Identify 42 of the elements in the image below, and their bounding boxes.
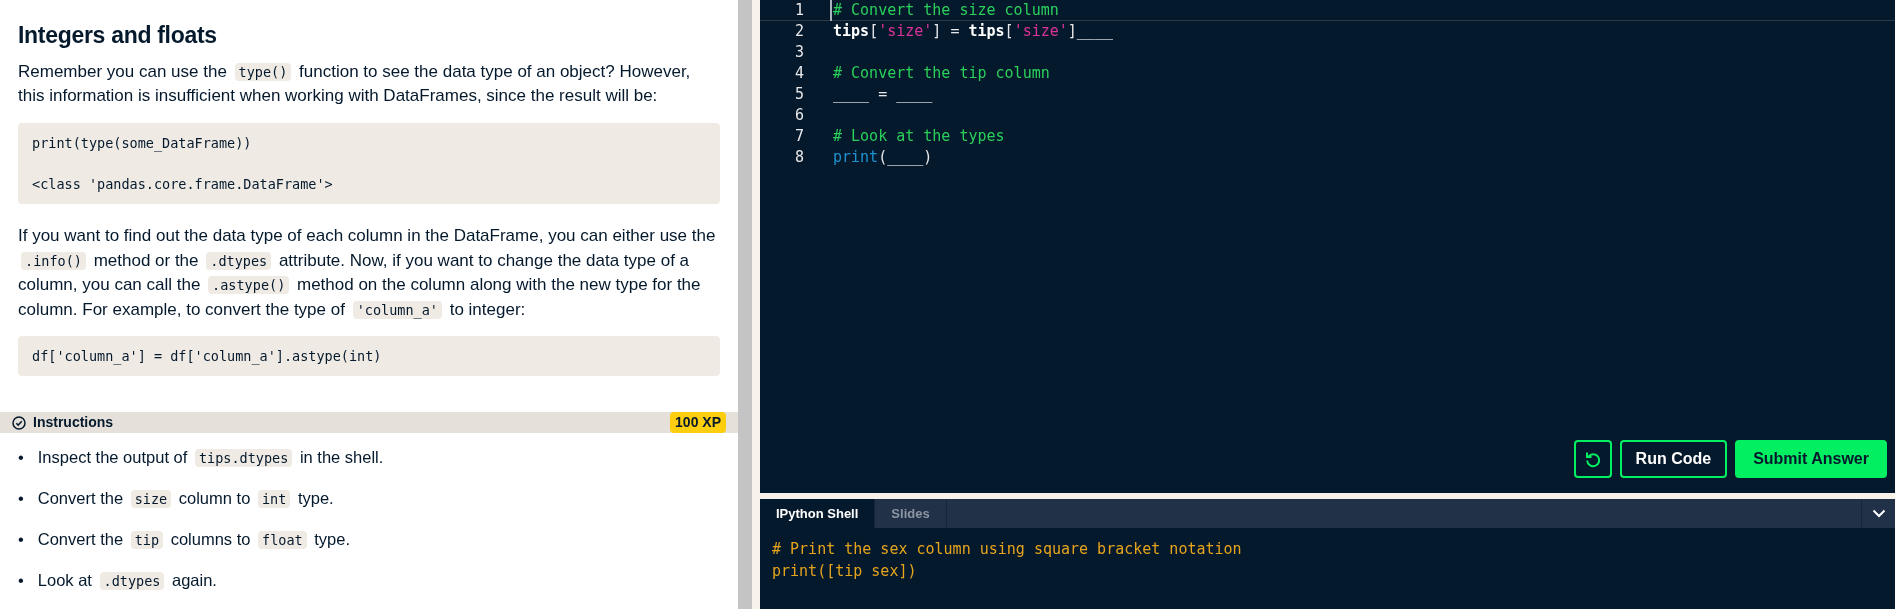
shell-line: # Print the sex column using square bracket notation: [772, 539, 1243, 560]
submit-answer-button[interactable]: Submit Answer: [1735, 440, 1887, 478]
code-line: print(____): [832, 147, 933, 169]
lesson-title: Integers and floats: [18, 22, 218, 50]
line-number: 6: [793, 105, 805, 127]
check-circle-icon: [12, 415, 26, 430]
instruction-item: Convert the size column to int type.: [37, 488, 334, 511]
undo-icon: [1583, 450, 1602, 468]
code-editor[interactable]: 1 # Convert the size column 2 tips['size'] = tips['size']____ 3 4 # Convert the tip column 5 ____ = ____ 6 7 # Look at the types 8 print(____) Run Code Submit Answer: [760, 0, 1895, 493]
instructions-heading: Instructions: [33, 413, 114, 433]
run-code-button[interactable]: Run Code: [1619, 440, 1728, 478]
code-line: tips['size'] = tips['size']____: [832, 21, 1113, 43]
bullet: •: [18, 488, 24, 510]
instruction-item: Inspect the output of tips.dtypes in the shell.: [37, 447, 384, 470]
shell-tab[interactable]: Slides: [875, 499, 947, 528]
line-number: 8: [793, 147, 805, 169]
code-line: df['column_a'] = df['column_a'].astype(int): [32, 347, 383, 367]
instruction-item: Look at .dtypes again.: [37, 570, 217, 593]
code-line: print(type(some_DataFrame)): [32, 133, 253, 153]
code-line: # Convert the size column: [830, 0, 1059, 22]
shell-line: print([tip sex]): [772, 561, 918, 582]
code-line: # Convert the tip column: [832, 63, 1050, 85]
xp-badge: 100 XP: [670, 412, 726, 434]
line-number: 5: [793, 84, 805, 106]
bullet: •: [18, 529, 24, 551]
paragraph: If you want to find out the data type of each column in the DataFrame, you can either use the .info() method or the .dtypes attribute. Now, if you want to change the data type of a column, you can call the .astype() method on the column along with the new type for the column. For example, to convert the type of 'column_a' to integer:: [18, 225, 717, 321]
reset-button[interactable]: [1573, 440, 1612, 478]
code-line: <class 'pandas.core.frame.DataFrame'>: [32, 174, 334, 194]
paragraph: Remember you can use the type() function to see the data type of an object? However, this information is insufficient when working with DataFrames, since the result will be:: [18, 60, 692, 108]
line-number: 7: [793, 126, 805, 148]
line-number: 1: [793, 0, 805, 21]
instruction-item: Convert the tip columns to float type.: [37, 529, 351, 552]
bullet: •: [18, 570, 24, 592]
chevron-down-icon: [1871, 509, 1886, 518]
code-line: ____ = ____: [832, 84, 933, 106]
bullet: •: [18, 447, 24, 469]
code-line: # Look at the types: [832, 126, 1005, 148]
shell-tab[interactable]: IPython Shell: [760, 499, 876, 528]
line-number: 2: [793, 21, 805, 43]
scrollbar[interactable]: [738, 0, 752, 609]
line-number: 3: [793, 42, 805, 64]
line-number: 4: [793, 63, 805, 85]
